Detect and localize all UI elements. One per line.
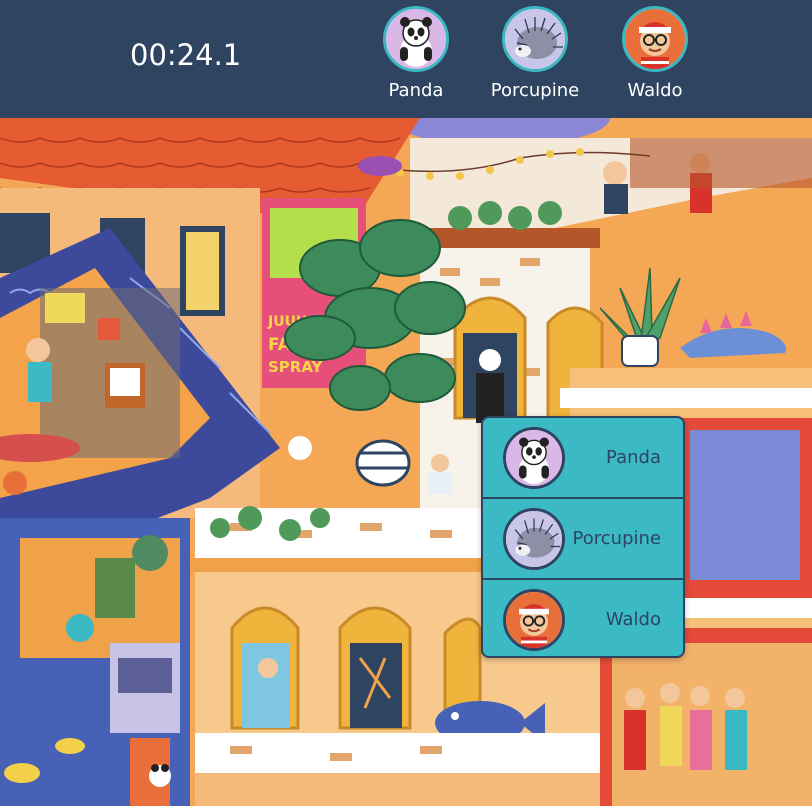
option-waldo[interactable]: Waldo xyxy=(483,580,683,656)
target-label: Panda xyxy=(388,80,444,101)
target-label: Porcupine xyxy=(490,80,580,101)
option-panda[interactable]: Panda xyxy=(483,418,683,499)
waldo-icon xyxy=(622,6,688,72)
option-porcupine[interactable]: Porcupine xyxy=(483,499,683,580)
game-scene[interactable]: JUUU FARI SPRAY xyxy=(0,118,812,806)
porcupine-icon xyxy=(503,507,565,570)
game-timer: 00:24.1 xyxy=(130,38,242,72)
porcupine-icon xyxy=(502,6,568,72)
target-label: Waldo xyxy=(627,80,683,101)
character-select-popup: Panda Porcupine Waldo xyxy=(481,416,685,658)
panda-icon xyxy=(503,426,565,489)
option-label: Porcupine xyxy=(572,528,661,549)
scene-illustration: JUUU FARI SPRAY xyxy=(0,118,812,806)
option-label: Panda xyxy=(606,447,661,468)
header-bar: 00:24.1 Panda Porcupine Waldo xyxy=(0,0,812,118)
target-panda: Panda xyxy=(366,6,466,101)
waldo-icon xyxy=(503,588,565,651)
panda-icon xyxy=(383,6,449,72)
target-waldo: Waldo xyxy=(605,6,705,101)
target-porcupine: Porcupine xyxy=(485,6,585,101)
option-label: Waldo xyxy=(605,609,661,630)
